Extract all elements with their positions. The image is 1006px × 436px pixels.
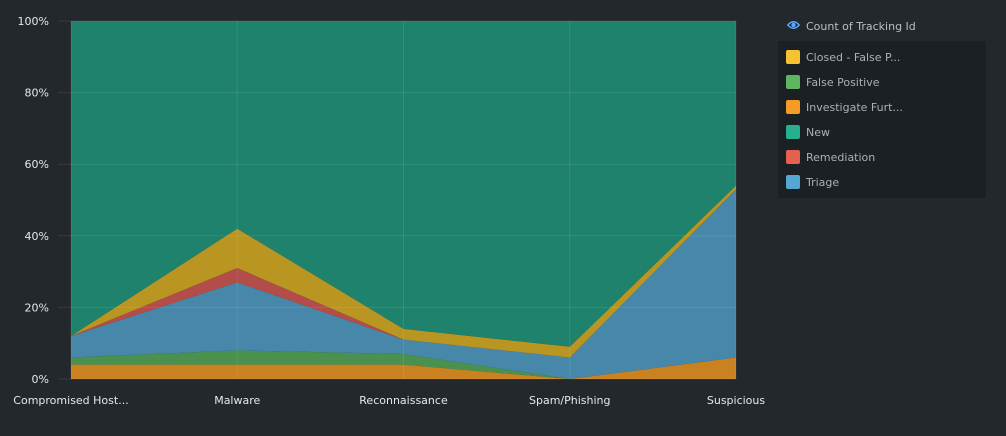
- legend-item-triage[interactable]: Triage: [786, 174, 839, 190]
- x-tick-label: Malware: [214, 394, 260, 407]
- legend-item-label: Closed - False P...: [806, 50, 901, 64]
- legend-item-label: Remediation: [806, 150, 876, 164]
- y-axis: 100% 80% 60% 40% 20% 0%: [18, 15, 49, 386]
- legend-swatch: [786, 150, 800, 164]
- x-tick-label: Reconnaissance: [359, 394, 448, 407]
- legend-title-text: Count of Tracking Id: [806, 20, 916, 33]
- x-axis: Compromised Host... Malware Reconnaissance…: [13, 394, 765, 407]
- legend-item-investigate-further[interactable]: Investigate Furt...: [786, 99, 903, 115]
- y-tick-label: 20%: [25, 301, 49, 314]
- legend-item-label: False Positive: [806, 75, 880, 89]
- x-tick-label: Spam/Phishing: [529, 394, 611, 407]
- legend-item-false-positive[interactable]: False Positive: [786, 74, 880, 90]
- y-tick-label: 0%: [32, 373, 49, 386]
- x-tick-label: Suspicious: [707, 394, 766, 407]
- y-tick-label: 60%: [25, 158, 49, 171]
- y-tick-label: 100%: [18, 15, 49, 28]
- x-tick-label: Compromised Host...: [13, 394, 128, 407]
- legend-item-closed-false-positive[interactable]: Closed - False P...: [786, 49, 900, 65]
- legend-item-new[interactable]: New: [786, 124, 830, 140]
- legend-swatch: [786, 50, 800, 64]
- legend-swatch: [786, 175, 800, 189]
- eye-icon[interactable]: [786, 20, 801, 33]
- legend-title: Count of Tracking Id: [786, 20, 916, 33]
- legend-swatch: [786, 125, 800, 139]
- legend-swatch: [786, 75, 800, 89]
- legend: Closed - False P... False Positive Inves…: [778, 41, 986, 198]
- legend-item-label: New: [806, 125, 830, 139]
- legend-item-label: Investigate Furt...: [806, 100, 903, 114]
- legend-item-remediation[interactable]: Remediation: [786, 149, 875, 165]
- y-tick-label: 40%: [25, 230, 49, 243]
- legend-item-label: Triage: [806, 175, 840, 189]
- y-tick-label: 80%: [25, 87, 49, 100]
- legend-swatch: [786, 100, 800, 114]
